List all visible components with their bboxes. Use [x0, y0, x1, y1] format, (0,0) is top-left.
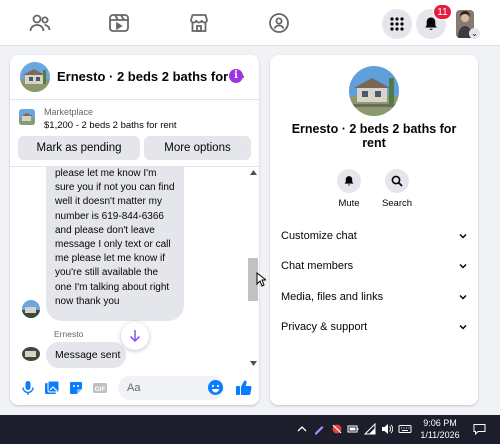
message-composer: GIF Aa — [10, 371, 259, 405]
message-list[interactable]: please let me know I'm sure you if not y… — [10, 167, 246, 371]
search-button[interactable]: Search — [373, 169, 421, 209]
mute-button[interactable]: Mute — [325, 169, 373, 209]
chat-title[interactable]: Ernesto · 2 beds 2 baths for ⋯ — [57, 69, 245, 85]
sender-avatar[interactable] — [22, 300, 40, 318]
battery-icon[interactable] — [347, 423, 359, 435]
chevron-down-icon — [459, 233, 467, 239]
svg-text:GIF: GIF — [95, 386, 106, 393]
keyboard-icon[interactable] — [398, 423, 412, 435]
chat-members-row[interactable]: Chat members — [281, 253, 467, 279]
mouse-cursor-icon — [256, 272, 266, 287]
chat-window: Ernesto · 2 beds 2 baths for ⋯ i Marketp… — [10, 55, 259, 405]
sender-avatar[interactable] — [22, 347, 40, 361]
mark-as-pending-button[interactable]: Mark as pending — [18, 136, 140, 160]
windows-taskbar: 9:06 PM 1/11/2026 — [0, 415, 500, 444]
scroll-down-icon[interactable] — [250, 361, 257, 366]
photo-icon[interactable] — [44, 380, 60, 396]
groups-icon[interactable] — [267, 11, 291, 35]
search-label: Search — [381, 198, 413, 209]
chat-info-panel: Ernesto · 2 beds 2 baths for rent Mute S… — [270, 55, 478, 405]
scroll-to-bottom-button[interactable] — [121, 322, 149, 350]
marketplace-label: Marketplace — [44, 107, 94, 117]
menu-grid-icon — [390, 17, 404, 31]
chevron-down-icon — [459, 294, 467, 300]
customize-chat-row[interactable]: Customize chat — [281, 223, 467, 249]
info-icon[interactable]: i — [229, 69, 243, 83]
volume-icon[interactable] — [381, 423, 393, 435]
message-sent-bubble[interactable]: Message sent — [46, 342, 126, 368]
message-text: please let me know I'm sure you if not y… — [55, 168, 175, 307]
wifi-icon[interactable] — [364, 423, 376, 435]
gif-icon[interactable]: GIF — [92, 380, 108, 396]
more-options-button[interactable]: More options — [144, 136, 251, 160]
privacy-support-row[interactable]: Privacy & support — [281, 314, 467, 340]
scroll-up-icon[interactable] — [250, 170, 257, 175]
sticker-icon[interactable] — [68, 380, 84, 396]
chevron-down-icon — [459, 324, 467, 330]
contact-photo[interactable] — [20, 62, 50, 92]
marketplace-icon[interactable] — [187, 11, 211, 35]
row-label: Media, files and links — [281, 291, 384, 303]
marketplace-listing-bar: Marketplace $1,200 - 2 beds 2 baths for … — [10, 99, 259, 167]
chat-header[interactable]: Ernesto · 2 beds 2 baths for ⋯ i — [10, 55, 259, 99]
app-tray-icon[interactable] — [331, 423, 343, 435]
notification-center-icon[interactable] — [473, 423, 486, 435]
row-label: Privacy & support — [281, 321, 368, 333]
mute-label: Mute — [338, 198, 360, 209]
top-navigation-bar: 11 ⌄ — [0, 0, 500, 46]
chevron-down-icon — [459, 263, 467, 269]
watch-icon[interactable] — [107, 11, 131, 35]
arrow-down-icon — [129, 330, 141, 343]
clock[interactable]: 9:06 PM 1/11/2026 — [413, 418, 467, 441]
search-icon — [391, 175, 403, 187]
chevron-up-icon[interactable] — [297, 423, 307, 435]
contact-name: Ernesto · 2 beds 2 baths for rent — [291, 122, 457, 150]
listing-title[interactable]: $1,200 - 2 beds 2 baths for rent — [44, 120, 177, 131]
clock-time: 9:06 PM — [423, 418, 457, 428]
menu-grid-button[interactable] — [382, 9, 412, 39]
account-chevron-icon[interactable]: ⌄ — [469, 28, 480, 39]
bell-icon — [344, 176, 354, 186]
incoming-message-bubble[interactable]: please let me know I'm sure you if not y… — [46, 167, 184, 321]
row-label: Chat members — [281, 260, 354, 272]
friends-icon[interactable] — [28, 11, 52, 35]
pen-icon[interactable] — [313, 423, 325, 435]
contact-large-photo[interactable] — [349, 66, 399, 116]
sender-name: Ernesto — [54, 329, 84, 339]
thumbs-up-icon[interactable] — [235, 379, 253, 397]
row-label: Customize chat — [281, 230, 357, 242]
listing-thumbnail[interactable] — [19, 109, 35, 125]
clock-date: 1/11/2026 — [420, 429, 460, 440]
media-files-links-row[interactable]: Media, files and links — [281, 284, 467, 310]
emoji-icon[interactable] — [208, 380, 223, 395]
notification-badge: 11 — [433, 4, 452, 20]
microphone-icon[interactable] — [20, 380, 36, 396]
